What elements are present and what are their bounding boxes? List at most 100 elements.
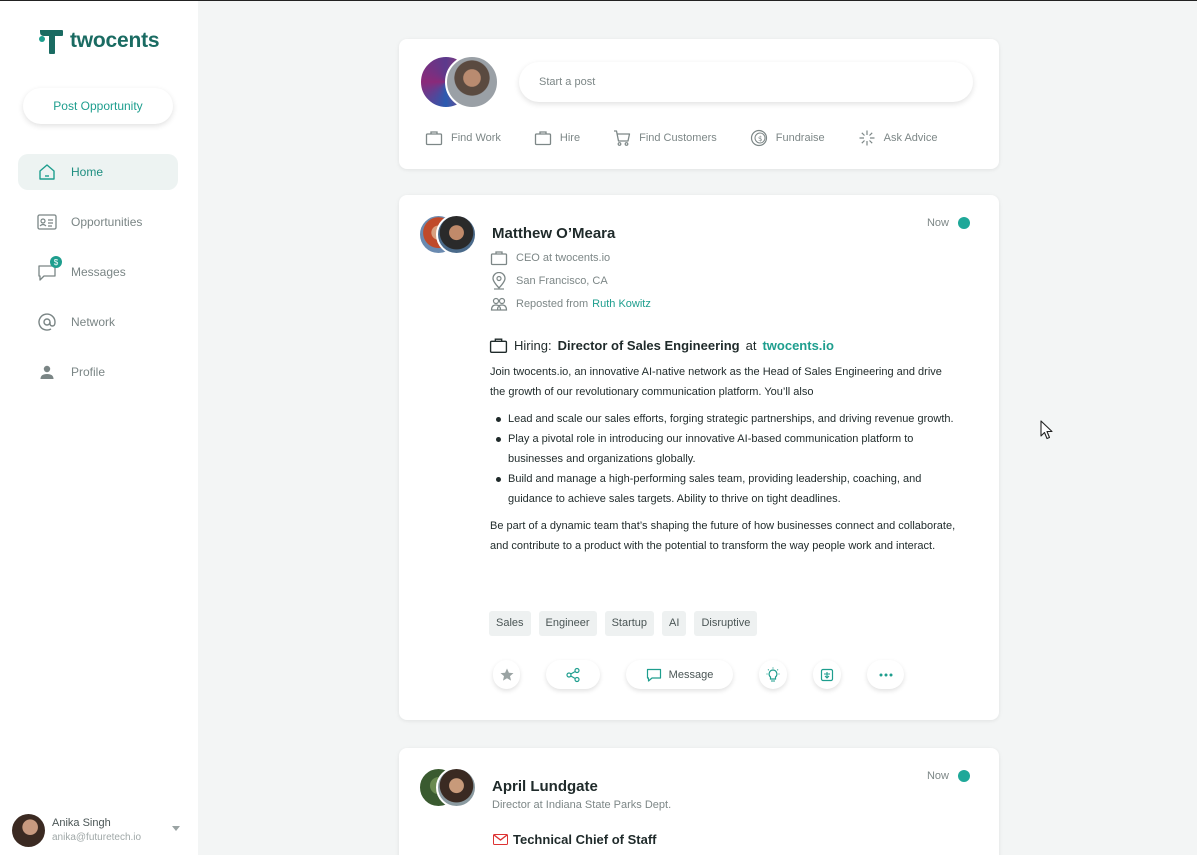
- hiring-at: at: [745, 338, 757, 353]
- post-intro: Join twocents.io, an innovative AI-nativ…: [490, 366, 942, 398]
- cart-icon: [614, 130, 631, 146]
- message-button[interactable]: Message: [626, 660, 733, 689]
- location-pin-icon: [492, 272, 506, 290]
- idea-button[interactable]: [759, 660, 787, 689]
- post-timestamp: Now: [927, 217, 970, 229]
- tag[interactable]: AI: [662, 611, 687, 636]
- chevron-down-icon[interactable]: [172, 826, 180, 831]
- post-avatars: [418, 214, 478, 256]
- location-text: San Francisco, CA: [516, 275, 608, 287]
- lightbulb-icon: [766, 667, 780, 682]
- logo-text: twocents: [70, 29, 160, 52]
- ellipsis-icon: [879, 673, 892, 676]
- repost-prefix: Reposted from: [516, 298, 589, 310]
- id-card-icon: [37, 214, 57, 230]
- post-actions: Message: [493, 660, 913, 690]
- time-label: Now: [926, 770, 949, 782]
- job-title[interactable]: Technical Chief of Staff: [513, 832, 657, 847]
- sidebar-item-label: Network: [71, 315, 116, 329]
- briefcase-icon: [534, 131, 552, 146]
- tag[interactable]: Startup: [604, 611, 655, 636]
- start-post-input[interactable]: [519, 62, 973, 102]
- hire-label: Hire: [559, 132, 581, 144]
- role-text: CEO at twocents.io: [516, 252, 611, 264]
- avatar[interactable]: [436, 214, 477, 255]
- avatar: [445, 55, 499, 109]
- share-icon: [566, 667, 580, 682]
- author-location: San Francisco, CA: [490, 272, 608, 290]
- find-work-label: Find Work: [451, 132, 501, 144]
- fundraise-label: Fundraise: [775, 132, 825, 144]
- logo[interactable]: twocents: [38, 27, 160, 55]
- post-author[interactable]: April Lundgate: [492, 778, 598, 795]
- feed-post: April Lundgate Now Director at Indiana S…: [399, 748, 999, 855]
- messages-badge: $: [50, 256, 62, 268]
- author-role: Director at Indiana State Parks Dept.: [492, 799, 672, 811]
- message-label: Message: [668, 668, 714, 681]
- hiring-headline: Technical Chief of Staff: [493, 832, 657, 847]
- post-author[interactable]: Matthew O’Meara: [492, 225, 615, 242]
- coins-icon: $: [750, 129, 767, 147]
- avatar[interactable]: [436, 767, 477, 808]
- sidebar: twocents Post Opportunity Home Opportuni…: [0, 1, 198, 855]
- share-button[interactable]: [546, 660, 600, 689]
- people-icon: [490, 297, 508, 311]
- star-icon: [500, 668, 513, 681]
- hiring-prefix: Hiring:: [514, 338, 552, 353]
- home-icon: [39, 164, 55, 180]
- post-bullets: Lead and scale our sales efforts, forgin…: [496, 409, 960, 509]
- sidebar-item-label: Home: [71, 165, 104, 179]
- time-label: Now: [926, 217, 949, 229]
- at-icon: [38, 313, 56, 331]
- composer-avatars: [419, 55, 501, 109]
- tag[interactable]: Sales: [489, 611, 531, 636]
- hiring-headline: Hiring: Director of Sales Engineering at…: [489, 336, 834, 355]
- sidebar-item-label: Messages: [71, 265, 126, 279]
- list-item: Play a pivotal role in introducing our i…: [496, 429, 960, 469]
- find-work-button[interactable]: Find Work: [425, 129, 501, 147]
- online-status-dot: [958, 217, 970, 229]
- chat-icon: [646, 668, 661, 682]
- post-opportunity-button[interactable]: Post Opportunity: [23, 88, 173, 124]
- online-status-dot: [958, 770, 970, 782]
- ask-advice-label: Ask Advice: [883, 132, 938, 144]
- sidebar-item-home[interactable]: Home: [18, 154, 178, 190]
- briefcase-icon: [425, 131, 443, 146]
- fundraise-button[interactable]: $ Fundraise: [750, 129, 825, 147]
- sidebar-item-label: Profile: [71, 365, 106, 379]
- job-title[interactable]: Director of Sales Engineering: [558, 338, 740, 353]
- sidebar-item-label: Opportunities: [71, 215, 143, 229]
- author-role: CEO at twocents.io: [490, 249, 610, 267]
- save-box-icon: [820, 668, 834, 681]
- user-name: Anika Singh: [52, 817, 111, 829]
- sidebar-item-profile[interactable]: Profile: [18, 354, 178, 390]
- sidebar-item-messages[interactable]: $ Messages: [18, 254, 178, 290]
- post-outro: Be part of a dynamic team that’s shaping…: [490, 520, 956, 552]
- svg-text:$: $: [758, 135, 762, 143]
- tag[interactable]: Disruptive: [694, 611, 758, 636]
- star-button[interactable]: [493, 660, 520, 689]
- post-composer: Find Work Hire Find Customers $ Fundrais…: [399, 39, 999, 169]
- hire-button[interactable]: Hire: [534, 129, 580, 147]
- sidebar-item-network[interactable]: Network: [18, 304, 178, 340]
- post-tags: Sales Engineer Startup AI Disruptive: [489, 611, 758, 636]
- account-switcher[interactable]: Anika Singh anika@futuretech.io: [12, 813, 192, 847]
- feed-post: Matthew O’Meara Now CEO at twocents.io S…: [399, 195, 999, 720]
- gmail-icon: [493, 834, 508, 845]
- sparkle-icon: [859, 130, 875, 146]
- avatar: [12, 813, 45, 847]
- post-timestamp: Now: [927, 770, 970, 782]
- company-link[interactable]: twocents.io: [762, 338, 834, 353]
- sidebar-item-opportunities[interactable]: Opportunities: [18, 204, 178, 240]
- more-options-button[interactable]: [867, 660, 904, 689]
- mouse-cursor-icon: [1040, 420, 1053, 440]
- reposted-from-link[interactable]: Ruth Kowitz: [592, 298, 651, 310]
- save-button[interactable]: [813, 660, 841, 689]
- find-customers-button[interactable]: Find Customers: [613, 129, 717, 147]
- post-body: Join twocents.io, an innovative AI-nativ…: [490, 362, 960, 556]
- list-item: Lead and scale our sales efforts, forgin…: [496, 409, 960, 429]
- ask-advice-button[interactable]: Ask Advice: [858, 129, 938, 147]
- tag[interactable]: Engineer: [538, 611, 597, 636]
- person-icon: [40, 365, 54, 379]
- briefcase-icon: [490, 251, 508, 266]
